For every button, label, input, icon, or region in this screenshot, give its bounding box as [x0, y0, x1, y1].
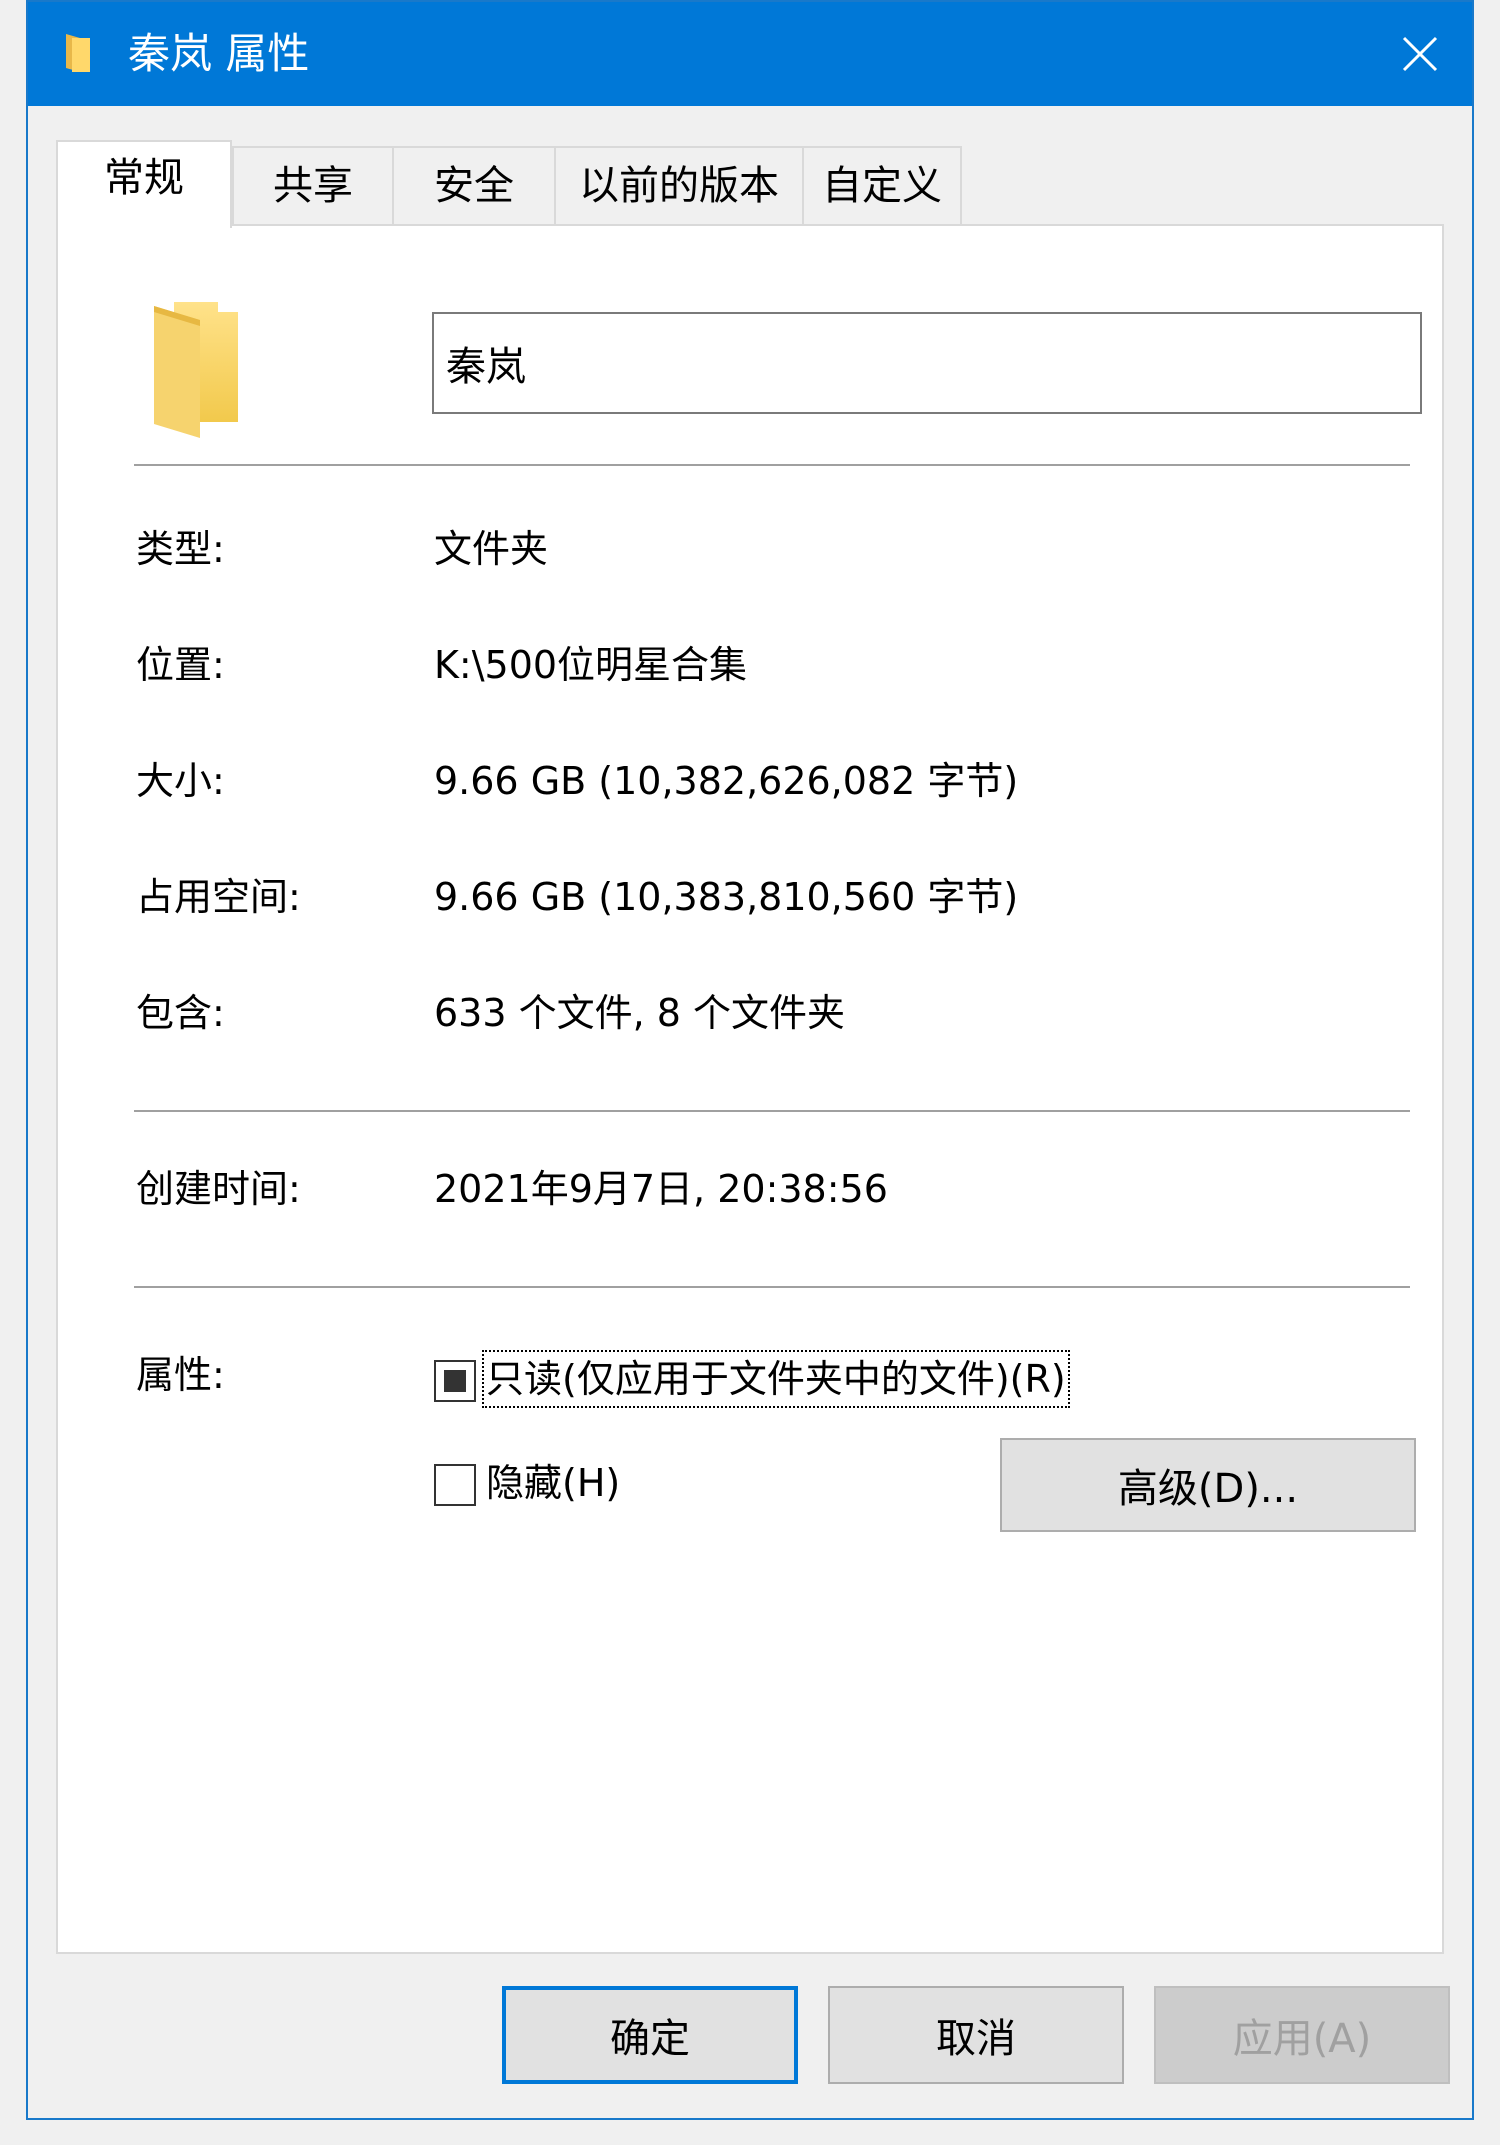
size-value: 9.66 GB (10,382,626,082 字节)	[434, 759, 1019, 803]
ok-button[interactable]: 确定	[502, 1986, 798, 2084]
created-label: 创建时间:	[136, 1167, 301, 1211]
contains-label: 包含:	[136, 991, 225, 1035]
close-button[interactable]	[1368, 2, 1472, 106]
properties-dialog: 秦岚 属性 常规 共享 安全 以前的版本 自定义 秦岚 类型: 文件夹 位置: …	[26, 0, 1474, 2120]
type-label: 类型:	[136, 527, 225, 571]
tab-sharing[interactable]: 共享	[232, 146, 394, 226]
separator	[134, 1110, 1410, 1112]
close-icon	[1402, 36, 1438, 72]
folder-icon	[154, 302, 238, 438]
tab-previous-versions[interactable]: 以前的版本	[554, 146, 804, 226]
title-bar[interactable]: 秦岚 属性	[28, 2, 1472, 106]
advanced-button[interactable]: 高级(D)...	[1000, 1438, 1416, 1532]
readonly-checkbox[interactable]	[434, 1360, 476, 1402]
general-tab-panel: 类型: 文件夹 位置: K:\500位明星合集 大小: 9.66 GB (10,…	[56, 224, 1444, 1954]
location-value: K:\500位明星合集	[434, 643, 748, 687]
indeterminate-mark	[444, 1370, 466, 1392]
tab-security[interactable]: 安全	[392, 146, 556, 226]
folder-name-input[interactable]	[432, 312, 1422, 414]
contains-value: 633 个文件, 8 个文件夹	[434, 991, 846, 1035]
size-on-disk-value: 9.66 GB (10,383,810,560 字节)	[434, 875, 1019, 919]
separator	[134, 464, 1410, 466]
type-value: 文件夹	[434, 527, 549, 571]
tab-general[interactable]: 常规	[56, 140, 232, 228]
window-title: 秦岚 属性	[128, 29, 310, 78]
cancel-button[interactable]: 取消	[828, 1986, 1124, 2084]
attributes-label: 属性:	[136, 1353, 225, 1397]
location-label: 位置:	[136, 643, 225, 687]
size-label: 大小:	[136, 759, 225, 803]
apply-button[interactable]: 应用(A)	[1154, 1986, 1450, 2084]
separator	[134, 1286, 1410, 1288]
size-on-disk-label: 占用空间:	[136, 875, 301, 919]
tab-customize[interactable]: 自定义	[802, 146, 962, 226]
readonly-label[interactable]: 只读(仅应用于文件夹中的文件)(R)	[482, 1350, 1070, 1408]
hidden-checkbox[interactable]	[434, 1464, 476, 1506]
hidden-label[interactable]: 隐藏(H)	[486, 1458, 620, 1508]
created-value: 2021年9月7日, 20:38:56	[434, 1167, 888, 1211]
folder-icon	[66, 34, 90, 72]
